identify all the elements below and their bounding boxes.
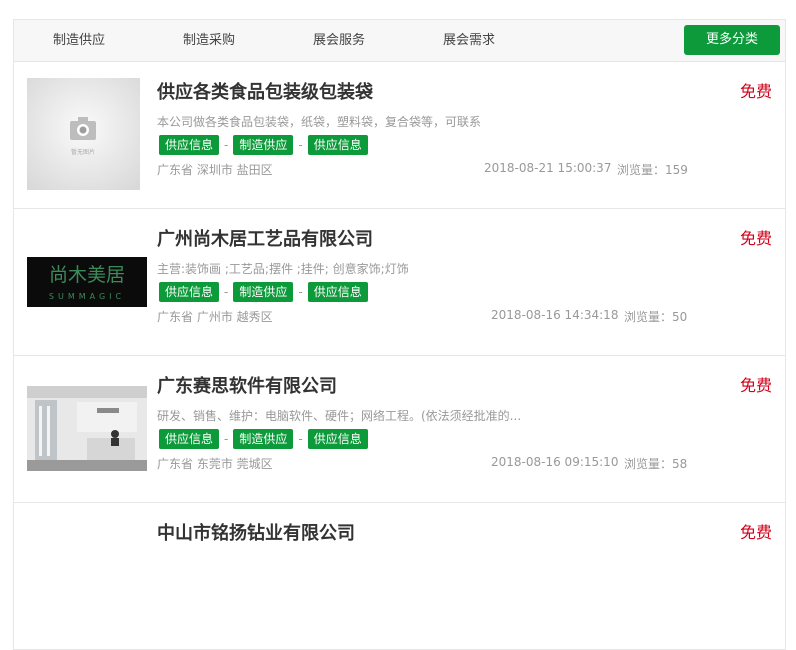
tag-group: 供应信息 - 制造供应 - 供应信息 — [159, 281, 368, 302]
office-photo — [27, 386, 147, 471]
tag-supply-info[interactable]: 供应信息 — [307, 281, 368, 302]
listing-time: 2018-08-16 09:15:10 — [491, 455, 619, 469]
listing-title[interactable]: 中山市铭扬钻业有限公司 — [157, 519, 355, 545]
view-count: 浏览量：159 — [617, 163, 688, 177]
listing-location: 广东省 深圳市 盐田区 — [157, 163, 273, 177]
tag-supply-info[interactable]: 供应信息 — [307, 428, 368, 449]
view-count: 浏览量：58 — [624, 457, 688, 471]
view-count: 浏览量：50 — [624, 310, 688, 324]
tag-group: 供应信息 - 制造供应 - 供应信息 — [159, 428, 368, 449]
listing-title[interactable]: 广州尚木居工艺品有限公司 — [157, 225, 373, 251]
listing-title[interactable]: 供应各类食品包装级包装袋 — [157, 78, 373, 104]
tag-supply-info[interactable]: 供应信息 — [159, 281, 220, 302]
tag-manufacturing-supply[interactable]: 制造供应 — [233, 281, 294, 302]
listing-thumbnail[interactable]: 暂无图片 — [27, 78, 147, 190]
list-item[interactable]: 暂无图片 供应各类食品包装级包装袋 免费 本公司做各类食品包装袋，纸袋，塑料袋，… — [14, 62, 785, 209]
svg-text:尚木美居: 尚木美居 — [49, 264, 125, 286]
price-label: 免费 — [739, 523, 772, 542]
price-label: 免费 — [739, 229, 772, 248]
tag-group: 供应信息 - 制造供应 - 供应信息 — [159, 134, 368, 155]
listing-title[interactable]: 广东赛思软件有限公司 — [157, 372, 337, 398]
price-label: 免费 — [739, 376, 772, 395]
listing-time: 2018-08-21 15:00:37 — [484, 161, 612, 175]
tab-manufacturing-purchase[interactable]: 制造采购 — [149, 20, 269, 61]
list-item[interactable]: 广东赛思软件有限公司 免费 研发、销售、维护：电脑软件、硬件；网络工程。(依法须… — [14, 356, 785, 503]
listing-time: 2018-08-16 14:34:18 — [491, 308, 619, 322]
listing-thumbnail[interactable]: 尚木美居 SUMMAGIC — [27, 257, 147, 307]
tag-manufacturing-supply[interactable]: 制造供应 — [233, 428, 294, 449]
tag-supply-info[interactable]: 供应信息 — [307, 134, 368, 155]
tab-exhibition-demand[interactable]: 展会需求 — [409, 20, 529, 61]
camera-placeholder-image: 暂无图片 — [27, 78, 140, 190]
tab-manufacturing-supply[interactable]: 制造供应 — [19, 20, 139, 61]
list-item[interactable]: 尚木美居 SUMMAGIC 广州尚木居工艺品有限公司 免费 主营:装饰画 ;工艺… — [14, 209, 785, 356]
svg-text:SUMMAGIC: SUMMAGIC — [49, 292, 125, 301]
listing-description: 本公司做各类食品包装袋，纸袋，塑料袋，复合袋等，可联系 — [157, 115, 482, 129]
tag-supply-info[interactable]: 供应信息 — [159, 134, 220, 155]
svg-text:暂无图片: 暂无图片 — [71, 148, 95, 156]
listing-description: 研发、销售、维护：电脑软件、硬件；网络工程。(依法须经批准的... — [157, 409, 522, 423]
price-label: 免费 — [739, 82, 772, 101]
list-item[interactable]: 中山市铭扬钻业有限公司 免费 — [14, 503, 785, 650]
listing-panel: 制造供应 制造采购 展会服务 展会需求 更多分类 暂无图片 供应各类食品包装级包… — [13, 19, 786, 650]
listing-description: 主营:装饰画 ;工艺品;摆件 ;挂件; 创意家饰;灯饰 — [157, 262, 409, 276]
more-categories-button[interactable]: 更多分类 — [684, 25, 780, 55]
category-nav: 制造供应 制造采购 展会服务 展会需求 更多分类 — [14, 20, 785, 62]
brand-logo: 尚木美居 SUMMAGIC — [27, 257, 147, 307]
tag-supply-info[interactable]: 供应信息 — [159, 428, 220, 449]
tab-exhibition-service[interactable]: 展会服务 — [279, 20, 399, 61]
tag-manufacturing-supply[interactable]: 制造供应 — [233, 134, 294, 155]
listing-thumbnail[interactable] — [27, 386, 147, 471]
listing-location: 广东省 广州市 越秀区 — [157, 310, 273, 324]
listing-location: 广东省 东莞市 莞城区 — [157, 457, 273, 471]
